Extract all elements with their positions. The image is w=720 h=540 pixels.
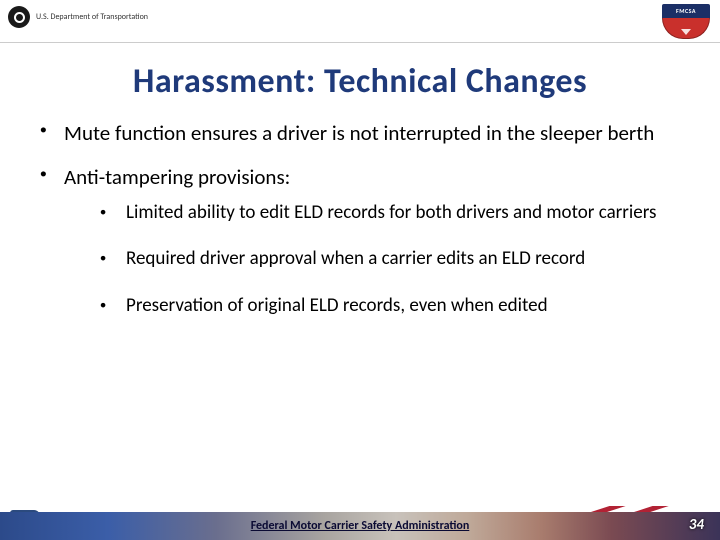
slide-header: U.S. Department of Transportation FMCSA — [0, 0, 720, 43]
bullet-list: Mute function ensures a driver is not in… — [40, 120, 680, 319]
fmcsa-badge: FMCSA — [662, 4, 710, 38]
fmcsa-badge-label: FMCSA — [662, 4, 710, 18]
list-item-text: Mute function ensures a driver is not in… — [64, 120, 654, 146]
list-item: Anti-tampering provisions: Limited abili… — [40, 164, 680, 318]
slide-footer: Federal Motor Carrier Safety Administrat… — [0, 504, 720, 540]
list-item-text: Anti-tampering provisions: — [64, 164, 290, 190]
list-item: Limited ability to edit ELD records for … — [64, 201, 680, 226]
list-item-text: Required driver approval when a carrier … — [126, 247, 585, 270]
list-item-text: Preservation of original ELD records, ev… — [126, 294, 548, 317]
usdot-logo-text: U.S. Department of Transportation — [36, 13, 148, 21]
footer-bar: Federal Motor Carrier Safety Administrat… — [0, 512, 720, 540]
sub-bullet-list: Limited ability to edit ELD records for … — [64, 201, 680, 319]
list-item: Preservation of original ELD records, ev… — [64, 294, 680, 319]
footer-org-text: Federal Motor Carrier Safety Administrat… — [251, 519, 470, 533]
usdot-logo: U.S. Department of Transportation — [8, 6, 148, 28]
slide-title: Harassment: Technical Changes — [40, 61, 680, 102]
fmcsa-badge-shield-icon — [662, 18, 710, 39]
list-item-text: Limited ability to edit ELD records for … — [126, 201, 656, 224]
usdot-logo-icon — [8, 6, 30, 28]
list-item: Required driver approval when a carrier … — [64, 247, 680, 272]
list-item: Mute function ensures a driver is not in… — [40, 120, 680, 146]
slide-content: Harassment: Technical Changes Mute funct… — [0, 43, 720, 319]
page-number: 34 — [689, 516, 704, 534]
